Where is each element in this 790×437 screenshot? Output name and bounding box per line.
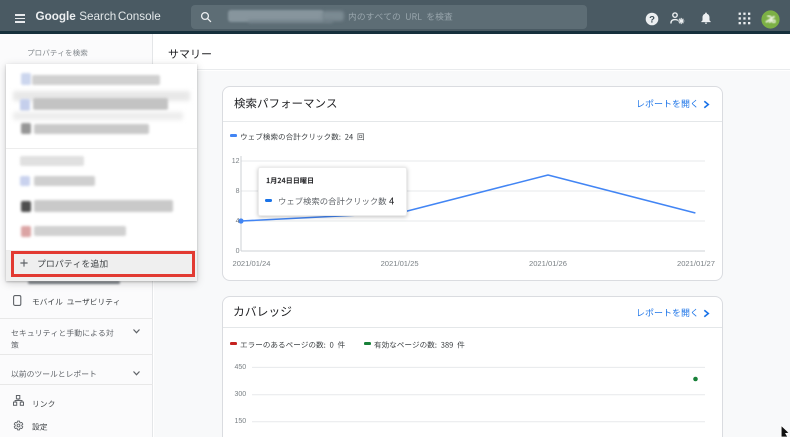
svg-text:?: ? xyxy=(649,14,655,25)
